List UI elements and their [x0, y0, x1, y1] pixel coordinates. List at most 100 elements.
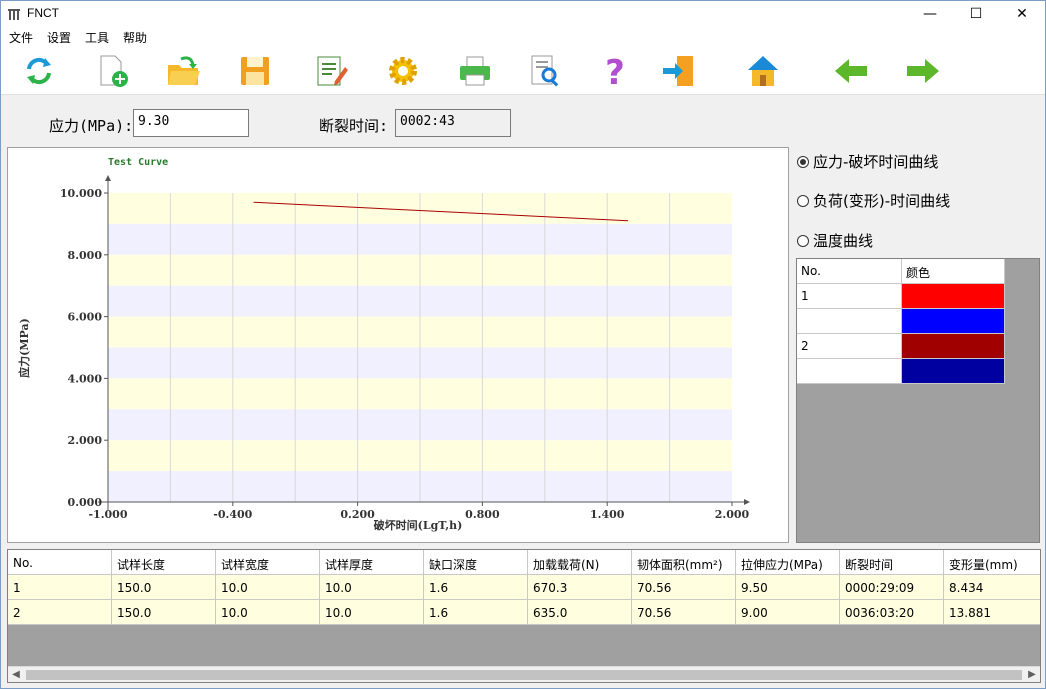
radio-circle-icon[interactable]: [797, 155, 809, 168]
save-button[interactable]: [237, 53, 277, 89]
help-icon: ?: [605, 53, 625, 93]
close-button[interactable]: ✕: [999, 1, 1045, 27]
column-header[interactable]: 缺口深度: [424, 550, 528, 575]
home-button[interactable]: [745, 53, 785, 89]
x-tick-label: -0.400: [213, 508, 252, 521]
horizontal-scrollbar[interactable]: ◀ ▶: [8, 666, 1040, 682]
table-cell: 2: [8, 600, 112, 625]
column-header[interactable]: 拉伸应力(MPa): [736, 550, 840, 575]
menu-help[interactable]: 帮助: [123, 29, 147, 46]
toolbar: ?: [1, 47, 1045, 95]
radio-option-3[interactable]: 温度曲线: [797, 230, 873, 251]
color-table-row[interactable]: 2: [797, 334, 1005, 359]
edit-icon: [317, 56, 348, 86]
chart-panel: -1.000 -0.400 0.200 0.800 1.400 2.000 0.000 2.0…: [7, 147, 789, 543]
stress-input[interactable]: 9.30: [133, 109, 249, 137]
chart-y-axis-arrow: [105, 175, 111, 181]
table-cell: 10.0: [320, 575, 424, 600]
chart-x-axis-arrow: [744, 499, 750, 505]
print-preview-icon: [531, 55, 559, 87]
field-row: 应力(MPa): 9.30 断裂时间: 0002:43: [1, 95, 1045, 145]
table-cell: 10.0: [216, 575, 320, 600]
settings-button[interactable]: [385, 53, 425, 89]
new-file-button[interactable]: [95, 53, 135, 89]
preview-button[interactable]: [527, 53, 567, 89]
minimize-button[interactable]: —: [907, 1, 953, 27]
table-row[interactable]: 1 150.0 10.0 10.0 1.6 670.3 70.56 9.50 0000:29:0…: [8, 575, 1040, 600]
app-window: FNCT — ☐ ✕ 文件 设置 工具 帮助 ? 应力(MPa): 9.30 断…: [0, 0, 1046, 689]
menu-settings[interactable]: 设置: [47, 29, 71, 46]
table-cell: 13.881: [944, 600, 1040, 625]
stress-label: 应力(MPa):: [49, 117, 134, 135]
gear-icon: [389, 57, 417, 85]
menu-tools[interactable]: 工具: [85, 29, 109, 46]
color-row-no: 2: [797, 334, 902, 359]
forward-button[interactable]: [905, 53, 945, 89]
color-table-header: No. 颜色: [797, 259, 1005, 284]
y-tick-label: 10.000: [60, 187, 102, 200]
column-header[interactable]: 试样宽度: [216, 550, 320, 575]
edit-button[interactable]: [313, 53, 353, 89]
back-button[interactable]: [833, 53, 873, 89]
column-header[interactable]: 变形量(mm): [944, 550, 1040, 575]
header-no: No.: [797, 259, 902, 284]
radio-label: 温度曲线: [813, 232, 874, 250]
color-table-row[interactable]: [797, 309, 1005, 334]
refresh-button[interactable]: [21, 53, 61, 89]
scrollbar-thumb[interactable]: [26, 670, 1022, 680]
refresh-icon: [27, 57, 51, 85]
table-cell: 10.0: [216, 600, 320, 625]
table-cell: 9.50: [736, 575, 840, 600]
maximize-button[interactable]: ☐: [953, 1, 999, 27]
table-cell: 9.00: [736, 600, 840, 625]
arrow-right-icon: [907, 59, 939, 83]
color-table-row[interactable]: [797, 359, 1005, 384]
table-cell: 70.56: [632, 575, 736, 600]
stress-time-chart: -1.000 -0.400 0.200 0.800 1.400 2.000 0.000 2.0…: [17, 157, 750, 532]
radio-option-1[interactable]: 应力-破坏时间曲线: [797, 151, 938, 172]
column-header[interactable]: 试样长度: [112, 550, 216, 575]
open-folder-button[interactable]: [165, 53, 205, 89]
color-table-row[interactable]: 1: [797, 284, 1005, 309]
table-cell: 0000:29:09: [840, 575, 944, 600]
column-header[interactable]: 试样厚度: [320, 550, 424, 575]
radio-label: 负荷(变形)-时间曲线: [813, 192, 951, 210]
y-tick-label: 0.000: [68, 496, 103, 509]
table-cell: 0036:03:20: [840, 600, 944, 625]
table-row[interactable]: 2 150.0 10.0 10.0 1.6 635.0 70.56 9.00 0036:03:2…: [8, 600, 1040, 625]
radio-label: 应力-破坏时间曲线: [813, 153, 939, 171]
help-button[interactable]: ?: [597, 53, 637, 93]
open-folder-icon: [168, 56, 200, 85]
table-cell: 1.6: [424, 575, 528, 600]
new-file-icon: [100, 55, 128, 87]
table-cell: 150.0: [112, 600, 216, 625]
column-header[interactable]: 加载载荷(N): [528, 550, 632, 575]
x-tick-label: -1.000: [88, 508, 127, 521]
radio-circle-icon[interactable]: [797, 234, 809, 247]
color-row-no: [797, 359, 902, 384]
print-button[interactable]: [457, 53, 497, 89]
menu-file[interactable]: 文件: [9, 29, 33, 46]
color-swatch[interactable]: [902, 309, 1005, 334]
color-swatch[interactable]: [902, 334, 1005, 359]
x-tick-label: 0.200: [340, 508, 375, 521]
y-tick-label: 8.000: [68, 249, 103, 262]
header-color: 颜色: [902, 259, 1005, 284]
y-tick-label: 4.000: [68, 372, 103, 385]
color-swatch[interactable]: [902, 359, 1005, 384]
exit-button[interactable]: [661, 53, 701, 89]
column-header[interactable]: 断裂时间: [840, 550, 944, 575]
arrow-left-icon: [835, 59, 867, 83]
chart-title: Test Curve: [108, 157, 168, 168]
column-header[interactable]: 韧体面积(mm²): [632, 550, 736, 575]
table-cell: 10.0: [320, 600, 424, 625]
svg-text:?: ?: [605, 53, 625, 89]
radio-option-2[interactable]: 负荷(变形)-时间曲线: [797, 190, 950, 211]
app-icon: [8, 9, 20, 20]
scroll-left-icon[interactable]: ◀: [8, 667, 24, 682]
color-swatch[interactable]: [902, 284, 1005, 309]
column-header[interactable]: No.: [8, 550, 112, 575]
scroll-right-icon[interactable]: ▶: [1024, 667, 1040, 682]
color-table: No. 颜色 1 2: [796, 258, 1040, 543]
radio-circle-icon[interactable]: [797, 194, 809, 207]
